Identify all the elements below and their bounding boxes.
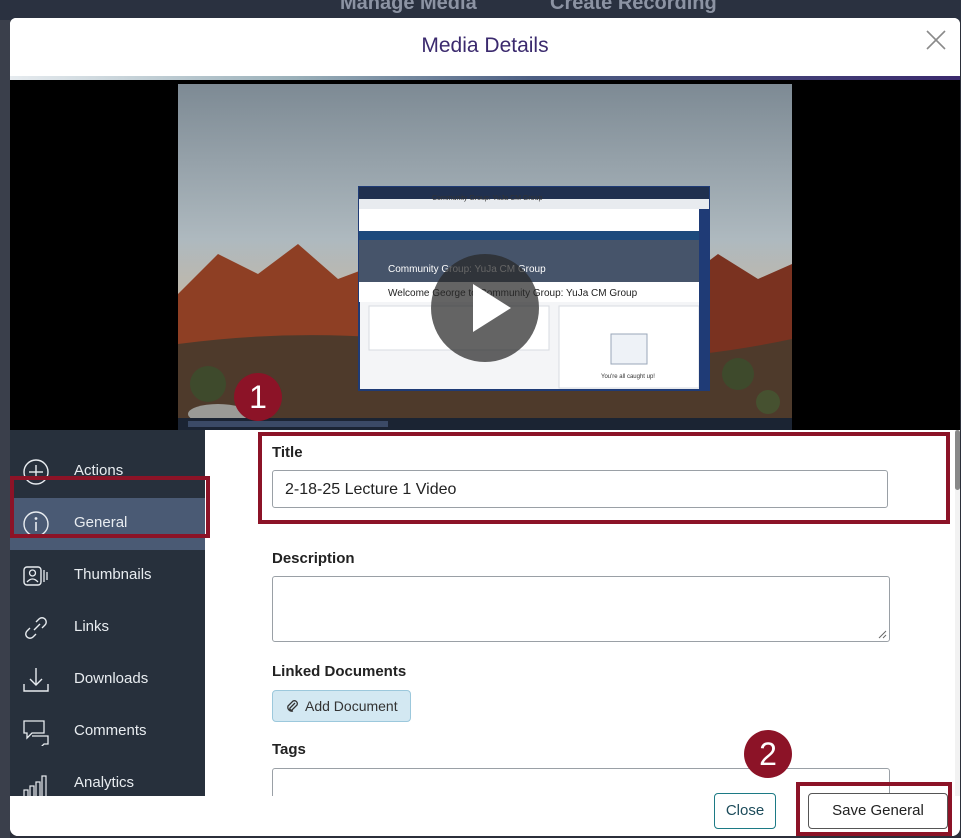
sidebar-item-label: Comments <box>74 722 147 739</box>
background-page <box>0 20 10 838</box>
close-button[interactable]: Close <box>714 793 776 829</box>
analytics-icon <box>23 775 47 798</box>
create-recording-link: Create Recording <box>550 0 717 14</box>
comments-icon <box>23 720 49 746</box>
play-icon <box>473 284 511 332</box>
thumbnails-icon <box>23 566 48 586</box>
sidebar-item-label: Analytics <box>74 774 135 791</box>
callout-badge-1: 1 <box>234 373 282 421</box>
sidebar-item-label: Downloads <box>74 670 149 687</box>
sidebar-item-label: Thumbnails <box>74 566 152 583</box>
play-button[interactable] <box>431 254 539 362</box>
save-highlight-box <box>796 782 952 836</box>
sidebar-item-downloads[interactable]: Downloads <box>10 654 205 706</box>
link-icon <box>25 617 47 639</box>
resize-grip-icon[interactable] <box>878 630 887 639</box>
tags-label: Tags <box>272 741 306 758</box>
inner-caught-up: You're all caught up! <box>601 374 655 380</box>
callout-badge-2: 2 <box>744 730 792 778</box>
add-document-button[interactable]: Add Document <box>272 690 411 722</box>
inner-site-title: Community Group: YuJa CM Group <box>432 195 543 202</box>
manage-media-link: Manage Media <box>340 0 477 14</box>
linked-documents-label: Linked Documents <box>272 663 407 680</box>
sidebar-item-links[interactable]: Links <box>10 602 205 654</box>
close-icon[interactable] <box>924 28 948 52</box>
media-details-modal: Media Details Community Group: YuJa CM G… <box>10 18 960 836</box>
paperclip-icon <box>287 700 298 712</box>
download-icon <box>23 668 49 692</box>
description-textarea[interactable] <box>272 576 890 642</box>
sidebar-item-thumbnails[interactable]: Thumbnails <box>10 550 205 602</box>
background-toolbar: Manage Media Create Recording <box>0 0 961 20</box>
content-scrollbar-thumb[interactable] <box>955 430 960 490</box>
modal-header: Media Details <box>10 18 960 76</box>
add-document-label: Add Document <box>305 698 398 714</box>
modal-title: Media Details <box>421 34 549 57</box>
sidebar-item-comments[interactable]: Comments <box>10 706 205 758</box>
general-highlight-box <box>10 476 210 538</box>
title-highlight-box <box>258 432 950 524</box>
description-label: Description <box>272 550 355 567</box>
video-player[interactable]: Community Group: YuJa CM Group Community… <box>10 80 960 430</box>
sidebar-item-label: Links <box>74 618 110 635</box>
